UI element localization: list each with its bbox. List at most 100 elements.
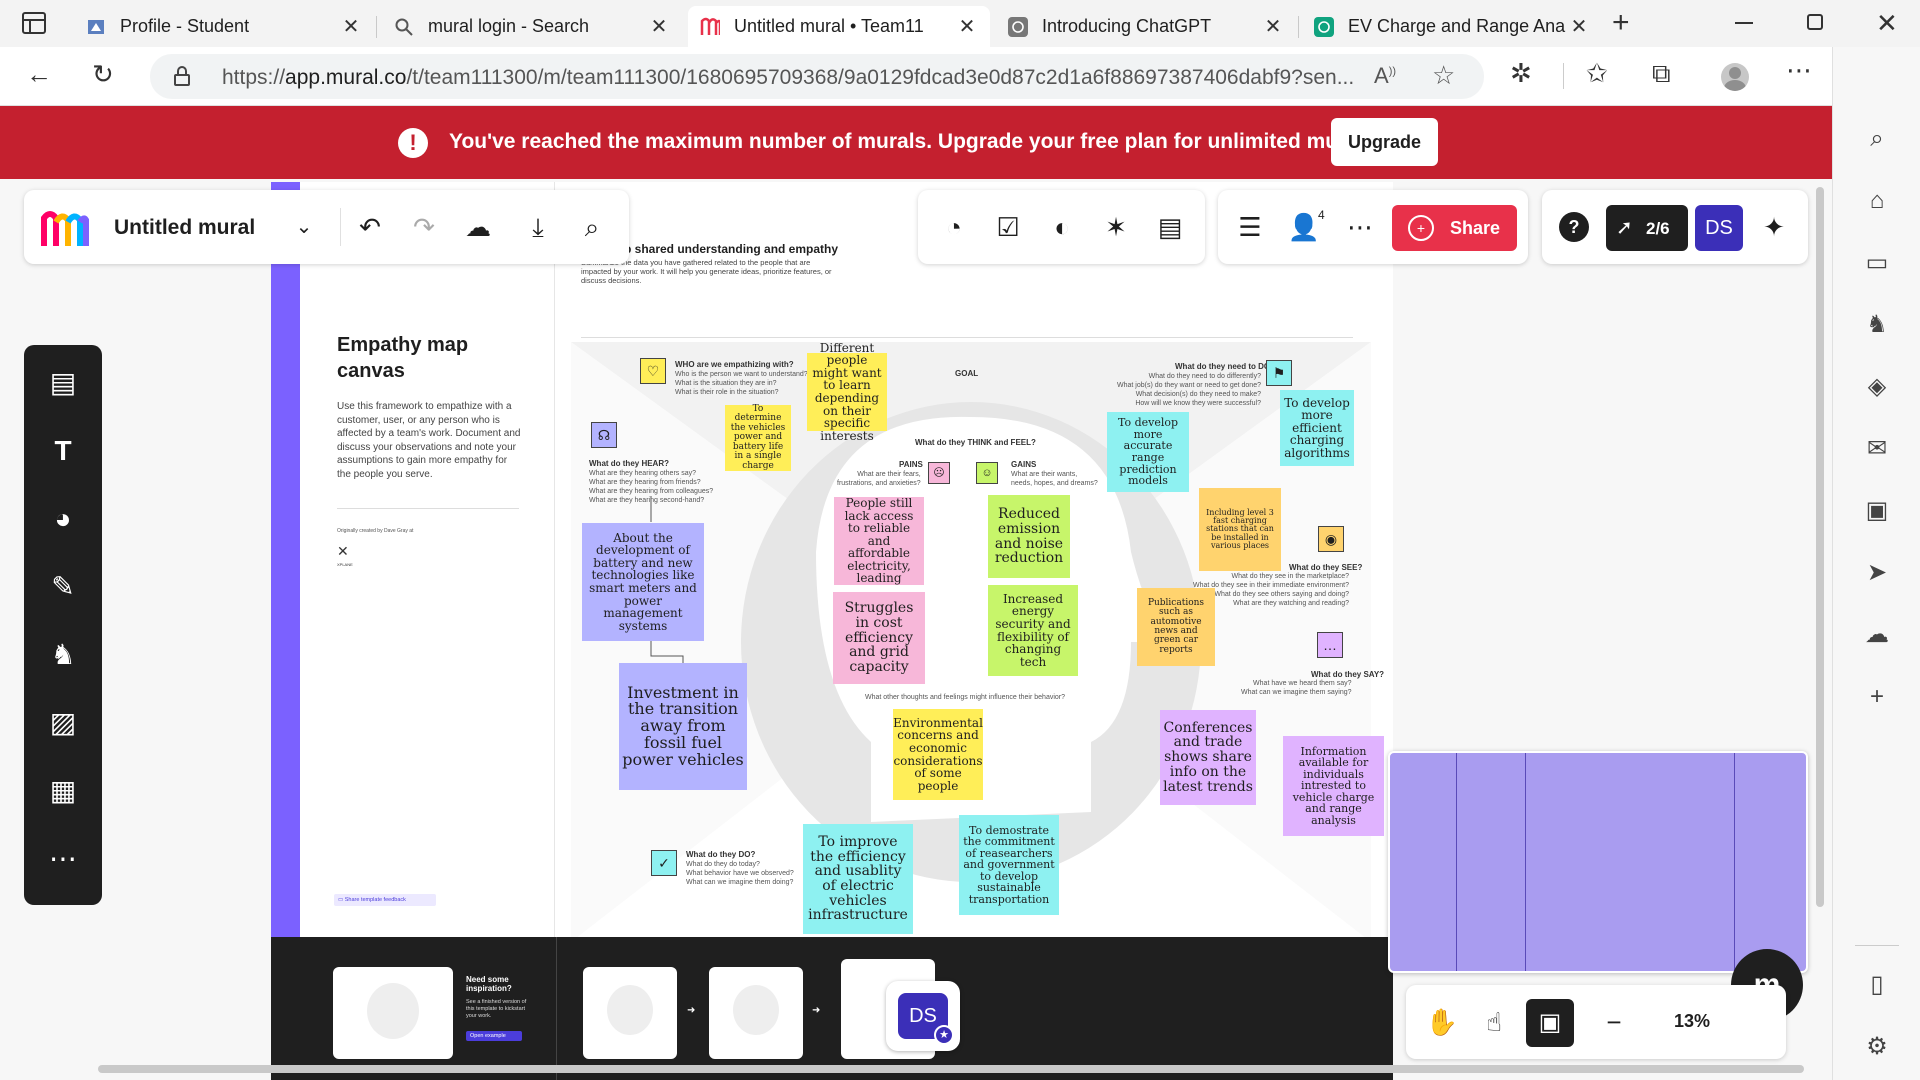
- chevron-down-icon[interactable]: ⌄: [286, 209, 322, 245]
- close-tab-icon[interactable]: ✕: [1262, 14, 1284, 39]
- image-creator-icon[interactable]: ▣: [1859, 493, 1895, 529]
- more-menu-icon[interactable]: ⋯: [1786, 55, 1812, 86]
- redo-icon[interactable]: ↷: [406, 209, 442, 245]
- sticky-note[interactable]: To determine the vehicles power and batt…: [725, 404, 791, 471]
- sticky-note[interactable]: Conferences and trade shows share info o…: [1160, 710, 1256, 805]
- collections-icon[interactable]: ⧉: [1652, 58, 1671, 90]
- sticky-note[interactable]: Different people might want to learn dep…: [807, 341, 887, 442]
- tab-profile-student[interactable]: Profile - Student ✕: [74, 6, 374, 47]
- tab-untitled-mural[interactable]: Untitled mural • Team11 ✕: [688, 6, 990, 47]
- ai-sparkle-icon[interactable]: ✦: [1756, 209, 1792, 245]
- favorites-icon[interactable]: ✩: [1586, 58, 1608, 89]
- user-avatar[interactable]: DS: [1695, 205, 1743, 251]
- sticky-note[interactable]: To improve the efficiency and usablity o…: [803, 824, 913, 934]
- minimap[interactable]: [1388, 751, 1808, 973]
- sticky-note[interactable]: Investment in the transition away from f…: [619, 663, 747, 790]
- members-icon[interactable]: 👤: [1286, 209, 1322, 245]
- laser-pointer-icon[interactable]: ✶: [1098, 209, 1134, 245]
- profile-avatar-icon[interactable]: [1721, 63, 1749, 91]
- tab-introducing-chatgpt[interactable]: Introducing ChatGPT ✕: [996, 6, 1296, 47]
- private-mode-icon[interactable]: ◐: [1044, 209, 1080, 245]
- sticky-note[interactable]: Environmental concerns and economic cons…: [893, 709, 983, 800]
- share-button[interactable]: + Share: [1392, 205, 1517, 251]
- image-icon[interactable]: ▨: [45, 705, 81, 741]
- briefcase-icon[interactable]: ▭: [1859, 245, 1895, 281]
- sticky-note[interactable]: To demostrate the commitment of reasearc…: [959, 815, 1059, 915]
- horizontal-scrollbar[interactable]: [98, 1065, 1804, 1073]
- extensions-icon[interactable]: ✲: [1510, 58, 1532, 89]
- sticky-note[interactable]: Including level 3 fast charging stations…: [1199, 488, 1281, 571]
- add-favorite-icon[interactable]: ☆: [1432, 60, 1455, 91]
- close-tab-icon[interactable]: ✕: [340, 14, 362, 39]
- sticky-note[interactable]: Information available for individuals in…: [1283, 736, 1384, 836]
- text-icon[interactable]: T: [45, 433, 81, 469]
- sticky-note-icon[interactable]: ▤: [45, 365, 81, 401]
- open-example-button[interactable]: Open example: [466, 1031, 522, 1041]
- search-icon[interactable]: ⌕: [1859, 121, 1895, 157]
- touch-icon[interactable]: ☝: [1476, 1004, 1512, 1040]
- help-icon[interactable]: ?: [1556, 209, 1592, 245]
- read-aloud-icon[interactable]: A)): [1374, 63, 1396, 89]
- voting-icon[interactable]: ☑: [990, 209, 1026, 245]
- close-tab-icon[interactable]: ✕: [1568, 14, 1590, 39]
- more-tools-icon[interactable]: ⋯: [45, 841, 81, 877]
- toolkit-icon[interactable]: ▤: [1152, 209, 1188, 245]
- onboarding-progress-button[interactable]: ➚ 2/6: [1606, 205, 1688, 251]
- send-icon[interactable]: ➤: [1859, 555, 1895, 591]
- tag-icon[interactable]: ⌂: [1859, 183, 1895, 219]
- back-icon[interactable]: ←: [26, 59, 52, 90]
- timer-icon[interactable]: ◔: [936, 209, 972, 245]
- llama-icon[interactable]: ♞: [45, 637, 81, 673]
- upgrade-button[interactable]: Upgrade: [1331, 118, 1438, 166]
- sticky-note[interactable]: Increased energy security and flexibilit…: [988, 585, 1078, 676]
- add-icon[interactable]: +: [1859, 679, 1895, 715]
- collaborator-cursor-avatar[interactable]: DS ★: [886, 981, 960, 1051]
- sticky-note[interactable]: To develop more efficient charging algor…: [1280, 390, 1354, 466]
- sticky-note[interactable]: To develop more accurate range predictio…: [1107, 412, 1189, 492]
- minimize-button[interactable]: [1735, 22, 1753, 24]
- url-text[interactable]: https://app.mural.co/t/team111300/m/team…: [222, 66, 1354, 90]
- settings-icon[interactable]: ⚙: [1859, 1029, 1895, 1065]
- office-icon[interactable]: ◈: [1859, 369, 1895, 405]
- split-view-icon[interactable]: ▯: [1859, 967, 1895, 1003]
- sticky-note[interactable]: About the development of battery and new…: [582, 523, 704, 641]
- refresh-icon[interactable]: ↻: [92, 59, 114, 90]
- undo-icon[interactable]: ↶: [352, 209, 388, 245]
- vertical-scrollbar[interactable]: [1816, 187, 1824, 907]
- example-thumbnail[interactable]: [333, 967, 453, 1059]
- sticky-note[interactable]: Struggles in cost efficiency and grid ca…: [833, 592, 925, 684]
- close-tab-icon[interactable]: ✕: [648, 14, 670, 39]
- games-icon[interactable]: ♞: [1859, 307, 1895, 343]
- cloud-saved-icon[interactable]: ☁: [460, 209, 496, 245]
- tab-actions-icon[interactable]: [22, 12, 46, 34]
- close-window-button[interactable]: ✕: [1876, 8, 1898, 39]
- address-bar[interactable]: https://app.mural.co/t/team111300/m/team…: [150, 54, 1484, 99]
- mural-logo-icon[interactable]: [40, 208, 90, 248]
- sticky-note[interactable]: Reduced emission and noise reduction: [988, 495, 1070, 578]
- mural-title[interactable]: Untitled mural: [114, 216, 255, 240]
- download-icon[interactable]: ⤓: [520, 209, 556, 245]
- more-options-icon[interactable]: ⋯: [1342, 209, 1378, 245]
- sticky-note[interactable]: Publications such as automotive news and…: [1137, 588, 1215, 666]
- templates-icon[interactable]: ▦: [45, 773, 81, 809]
- outline-icon[interactable]: ☰: [1232, 209, 1268, 245]
- search-icon[interactable]: ⌕: [574, 209, 610, 245]
- hand-icon[interactable]: ✋: [1424, 1004, 1460, 1040]
- sticky-note[interactable]: People still lack access to reliable and…: [834, 497, 924, 585]
- new-tab-button[interactable]: +: [1612, 6, 1630, 40]
- lock-icon[interactable]: [174, 66, 190, 86]
- outlook-icon[interactable]: ✉: [1859, 431, 1895, 467]
- step-thumbnail-1[interactable]: [583, 967, 677, 1059]
- map-view-icon[interactable]: ▣: [1526, 999, 1574, 1047]
- tab-ev-charge[interactable]: EV Charge and Range Ana ✕: [1302, 6, 1602, 47]
- restore-button[interactable]: [1807, 14, 1823, 30]
- empathy-map-board[interactable]: Empathy map canvas Use this framework to…: [271, 182, 1393, 1080]
- zoom-out-icon[interactable]: −: [1596, 1004, 1632, 1040]
- zoom-level[interactable]: 13%: [1674, 1011, 1710, 1032]
- draw-icon[interactable]: ✎: [45, 569, 81, 605]
- step-thumbnail-2[interactable]: [709, 967, 803, 1059]
- cloud-icon[interactable]: ☁: [1859, 617, 1895, 653]
- shapes-connectors-icon[interactable]: ◕: [45, 501, 81, 537]
- close-tab-icon[interactable]: ✕: [956, 14, 978, 39]
- tab-mural-login-search[interactable]: mural login - Search ✕: [382, 6, 682, 47]
